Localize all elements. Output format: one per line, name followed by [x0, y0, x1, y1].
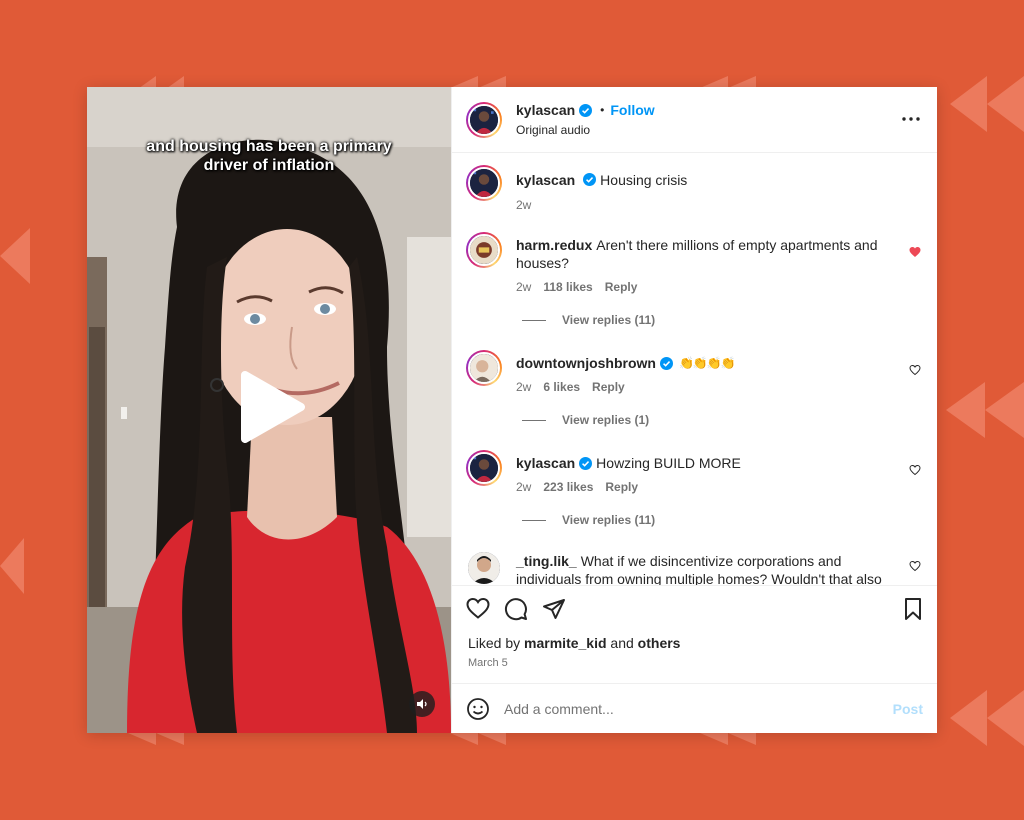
reply-button[interactable]: Reply [605, 280, 638, 294]
smiley-icon[interactable] [466, 697, 490, 721]
avatar[interactable] [466, 350, 502, 386]
bg-chevron-right-1 [950, 76, 1024, 132]
bookmark-icon[interactable] [901, 597, 925, 621]
caption-username[interactable]: kylascan [516, 172, 575, 188]
heart-outline-icon[interactable] [909, 464, 921, 476]
send-icon[interactable] [542, 597, 566, 621]
comment-username[interactable]: _ting.lik_ [516, 553, 577, 569]
bg-chevron-left-2 [0, 538, 24, 594]
verified-badge-icon [659, 356, 673, 370]
heart-outline-icon[interactable] [909, 364, 921, 376]
liked-by-others[interactable]: others [638, 635, 681, 651]
comment-item: _ting.lik_ What if we disincentivize corp… [466, 550, 923, 585]
liked-by-prefix: Liked by [468, 635, 521, 651]
more-horizontal-icon[interactable] [899, 107, 923, 131]
follow-button[interactable]: Follow [610, 102, 654, 118]
comment-likes[interactable]: 118 likes [543, 280, 592, 294]
liked-by-conj: and [610, 635, 634, 651]
comment-username[interactable]: harm.redux [516, 237, 592, 253]
post-button[interactable]: Post [893, 701, 923, 717]
avatar[interactable] [468, 552, 500, 584]
comment-input[interactable] [504, 700, 893, 717]
comments-list[interactable]: kylascan Housing crisis 2w harm.redux Aren… [452, 153, 937, 585]
comment-likes[interactable]: 223 likes [543, 480, 593, 494]
view-replies-button[interactable]: View replies (11) [522, 312, 923, 328]
comment-username[interactable]: downtownjoshbrown [516, 354, 656, 372]
divider-line [522, 319, 546, 321]
heart-outline-icon[interactable] [909, 560, 921, 572]
post-date[interactable]: March 5 [452, 651, 937, 669]
view-replies-label: View replies (1) [562, 413, 650, 427]
audio-label[interactable]: Original audio [516, 123, 655, 137]
comment-username[interactable]: kylascan [516, 454, 575, 472]
author-username[interactable]: kylascan [516, 102, 575, 118]
speaker-icon[interactable] [409, 691, 435, 717]
comment-text: 👏👏👏👏 [678, 356, 736, 370]
heart-icon[interactable] [466, 597, 490, 621]
comment-item: harm.redux Aren't there millions of empty… [466, 232, 923, 294]
caption-time: 2w [516, 198, 532, 212]
comment-item: downtownjoshbrown 👏👏👏👏 2w 6 likes Reply [466, 350, 923, 394]
view-replies-label: View replies (11) [562, 513, 656, 527]
bg-chevron-bottom-right [700, 733, 756, 745]
bg-chevron-bottom-mid [450, 733, 506, 745]
author-avatar[interactable] [466, 101, 502, 138]
divider-line [522, 419, 546, 421]
reply-button[interactable]: Reply [605, 480, 638, 494]
verified-badge-icon [579, 456, 593, 470]
action-bar [452, 585, 937, 631]
verified-badge-icon [583, 173, 597, 186]
comment-text: Howzing BUILD MORE [596, 455, 741, 471]
comment-time: 2w [516, 480, 532, 494]
verified-badge-icon [579, 103, 593, 117]
liked-by-user[interactable]: marmite_kid [524, 635, 606, 651]
avatar[interactable] [466, 232, 502, 268]
view-replies-button[interactable]: View replies (1) [522, 412, 923, 428]
view-replies-label: View replies (11) [562, 313, 656, 327]
avatar[interactable] [466, 165, 502, 201]
reply-button[interactable]: Reply [592, 380, 625, 394]
comment-time: 2w [516, 380, 532, 394]
comment-item: kylascan Howzing BUILD MORE 2w 223 likes … [466, 450, 923, 494]
bg-chevron-right-2 [946, 382, 1024, 438]
post-dialog: and housing has been a primary driver of… [87, 87, 937, 733]
comment-time: 2w [516, 280, 532, 294]
bg-chevron-bottom-left [128, 733, 184, 745]
video-player[interactable]: and housing has been a primary driver of… [87, 87, 451, 733]
post-header: kylascan • Follow Original audio [452, 87, 937, 153]
comment-icon[interactable] [504, 597, 528, 621]
divider-line [522, 519, 546, 521]
video-caption: and housing has been a primary driver of… [146, 138, 392, 174]
dot-separator: • [600, 103, 605, 117]
add-comment-bar: Post [452, 683, 937, 733]
liked-by-line: Liked by marmite_kid and others [452, 631, 937, 651]
play-icon[interactable] [239, 371, 307, 443]
post-caption: kylascan Housing crisis 2w [466, 165, 923, 212]
bg-chevron-left-1 [0, 228, 30, 284]
caption-text: Housing crisis [600, 172, 688, 188]
view-replies-button[interactable]: View replies (11) [522, 512, 923, 528]
heart-filled-icon[interactable] [909, 246, 921, 258]
comment-likes[interactable]: 6 likes [543, 380, 580, 394]
avatar[interactable] [466, 450, 502, 486]
bg-chevron-right-3 [950, 690, 1024, 746]
post-details-panel: kylascan • Follow Original audio kylasca… [451, 87, 937, 733]
